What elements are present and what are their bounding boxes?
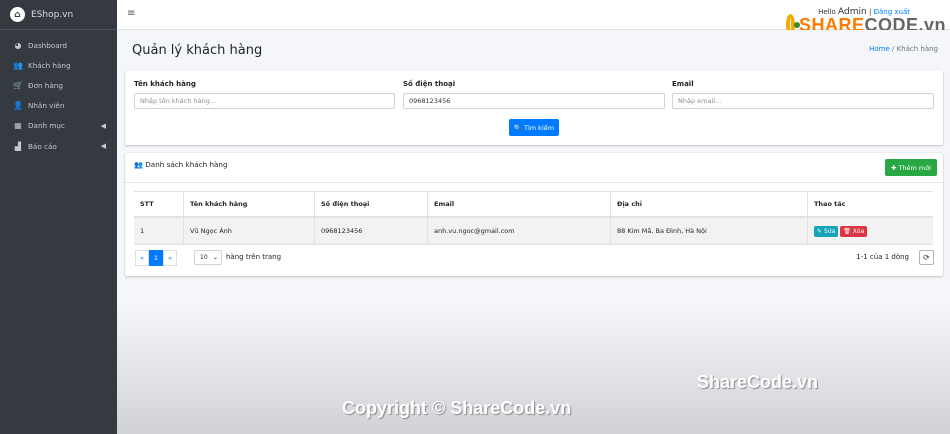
sidebar-item-label: Nhân viên xyxy=(28,101,65,111)
email-input[interactable]: Nhập email... xyxy=(672,93,934,109)
sidebar: ⌂ EShop.vn ◕ Dashboard 👥 Khách hàng 🛒 Đơn h… xyxy=(0,0,117,434)
main-content: Quản lý khách hàng Home / Khách hàng Tên… xyxy=(117,30,950,434)
sidebar-item-label: Khách hàng xyxy=(28,60,71,70)
list-title: 👥 Danh sách khách hàng xyxy=(134,160,228,169)
menu-toggle-icon[interactable]: ≡ xyxy=(127,8,135,19)
edit-button[interactable]: ✎ Sửa xyxy=(814,225,839,237)
watermark-text: ShareCode.vn xyxy=(697,372,819,392)
chevron-left-icon: ◀ xyxy=(100,142,106,151)
sidebar-item-dashboard[interactable]: ◕ Dashboard xyxy=(0,35,117,55)
name-input[interactable]: Nhập tên khách hàng... xyxy=(134,93,395,109)
add-button-label: Thêm mới xyxy=(898,163,932,172)
page-size-label: hàng trên trang xyxy=(226,253,282,261)
phone-label: Số điện thoại xyxy=(403,80,456,88)
sidebar-item-categories[interactable]: ▦ Danh mục ◀ xyxy=(0,116,117,136)
dashboard-icon: ◕ xyxy=(14,40,22,50)
sidebar-item-staff[interactable]: 👤 Nhân viên xyxy=(0,96,117,116)
col-email: Email xyxy=(427,191,611,218)
sidebar-item-reports[interactable]: ▟ Báo cáo ◀ xyxy=(0,136,117,156)
search-card: Tên khách hàng Nhập tên khách hàng... Số… xyxy=(125,70,943,145)
brand-name: EShop.vn xyxy=(31,9,74,20)
sidebar-nav: ◕ Dashboard 👥 Khách hàng 🛒 Đơn hàng 👤 Nhân v… xyxy=(0,30,117,156)
user-icon: 👤 xyxy=(13,101,23,111)
name-label: Tên khách hàng xyxy=(134,80,196,88)
col-phone: Số điện thoại xyxy=(314,191,428,218)
edit-label: Sửa xyxy=(823,227,836,235)
chart-icon: ▟ xyxy=(14,141,22,151)
breadcrumb-separator: / xyxy=(891,45,895,53)
page-size-select[interactable]: 10 ⌄ xyxy=(194,250,222,265)
table-icon: ▦ xyxy=(14,121,22,131)
phone-value: 0968123456 xyxy=(409,97,451,105)
page-size-value: 10 xyxy=(200,254,208,261)
cell-address: 88 Kim Mã, Ba Đình, Hà Nội xyxy=(610,217,808,245)
cell-actions: ✎ Sửa 🗑 Xóa xyxy=(807,217,933,245)
delete-button[interactable]: 🗑 Xóa xyxy=(840,225,868,237)
plus-icon: ✚ xyxy=(890,163,897,172)
page-next[interactable]: » xyxy=(163,250,177,266)
brand[interactable]: ⌂ EShop.vn xyxy=(0,0,117,30)
page-current[interactable]: 1 xyxy=(149,250,163,266)
customer-table: STT Tên khách hàng Số điện thoại Email Đ… xyxy=(134,191,933,245)
chevron-down-icon: ⌄ xyxy=(212,254,218,261)
copyright-watermark: Copyright © ShareCode.vn xyxy=(342,398,572,418)
email-label: Email xyxy=(672,80,694,88)
search-button[interactable]: 🔍 Tìm kiếm xyxy=(509,119,559,136)
sidebar-item-orders[interactable]: 🛒 Đơn hàng xyxy=(0,75,117,95)
col-actions: Thao tác xyxy=(807,191,933,218)
phone-input[interactable]: 0968123456 xyxy=(403,93,665,109)
users-icon: 👥 xyxy=(134,160,143,169)
cart-icon: 🛒 xyxy=(13,80,23,90)
sidebar-item-label: Báo cáo xyxy=(28,141,57,151)
cell-phone: 0968123456 xyxy=(314,217,428,245)
table-row: 1 Vũ Ngọc Ánh 0968123456 anh.vu.ngoc@gma… xyxy=(134,217,933,245)
add-customer-button[interactable]: ✚ Thêm mới xyxy=(885,159,937,176)
breadcrumb-home[interactable]: Home xyxy=(869,45,890,53)
brand-logo-icon: ⌂ xyxy=(10,7,25,22)
sidebar-item-customers[interactable]: 👥 Khách hàng xyxy=(0,55,117,75)
list-card: 👥 Danh sách khách hàng ✚ Thêm mới STT Tên… xyxy=(125,153,943,276)
sidebar-item-label: Đơn hàng xyxy=(28,80,63,90)
cell-email: anh.vu.ngoc@gmail.com xyxy=(427,217,611,245)
page-title: Quản lý khách hàng xyxy=(132,43,263,58)
record-count: 1-1 của 1 dòng xyxy=(856,253,909,261)
list-title-text: Danh sách khách hàng xyxy=(145,160,228,169)
col-stt: STT xyxy=(134,191,184,218)
delete-label: Xóa xyxy=(852,227,865,235)
users-icon: 👥 xyxy=(13,60,23,70)
refresh-button[interactable]: ⟳ xyxy=(919,250,934,265)
refresh-icon: ⟳ xyxy=(923,253,930,262)
breadcrumb-current: Khách hàng xyxy=(896,45,938,53)
edit-icon: ✎ xyxy=(817,227,823,235)
cell-stt: 1 xyxy=(134,217,184,245)
breadcrumb: Home / Khách hàng xyxy=(869,45,938,53)
sidebar-item-label: Danh mục xyxy=(28,121,65,131)
search-button-label: Tìm kiếm xyxy=(524,123,555,132)
trash-icon: 🗑 xyxy=(843,227,851,235)
sidebar-item-label: Dashboard xyxy=(28,40,67,50)
pagination: « 1 » xyxy=(135,250,177,266)
list-header: 👥 Danh sách khách hàng ✚ Thêm mới xyxy=(125,153,943,183)
col-name: Tên khách hàng xyxy=(183,191,315,218)
page-prev[interactable]: « xyxy=(135,250,149,266)
search-icon: 🔍 xyxy=(513,123,522,132)
cell-name: Vũ Ngọc Ánh xyxy=(183,217,315,245)
chevron-left-icon: ◀ xyxy=(100,121,106,130)
col-address: Địa chỉ xyxy=(610,191,808,218)
